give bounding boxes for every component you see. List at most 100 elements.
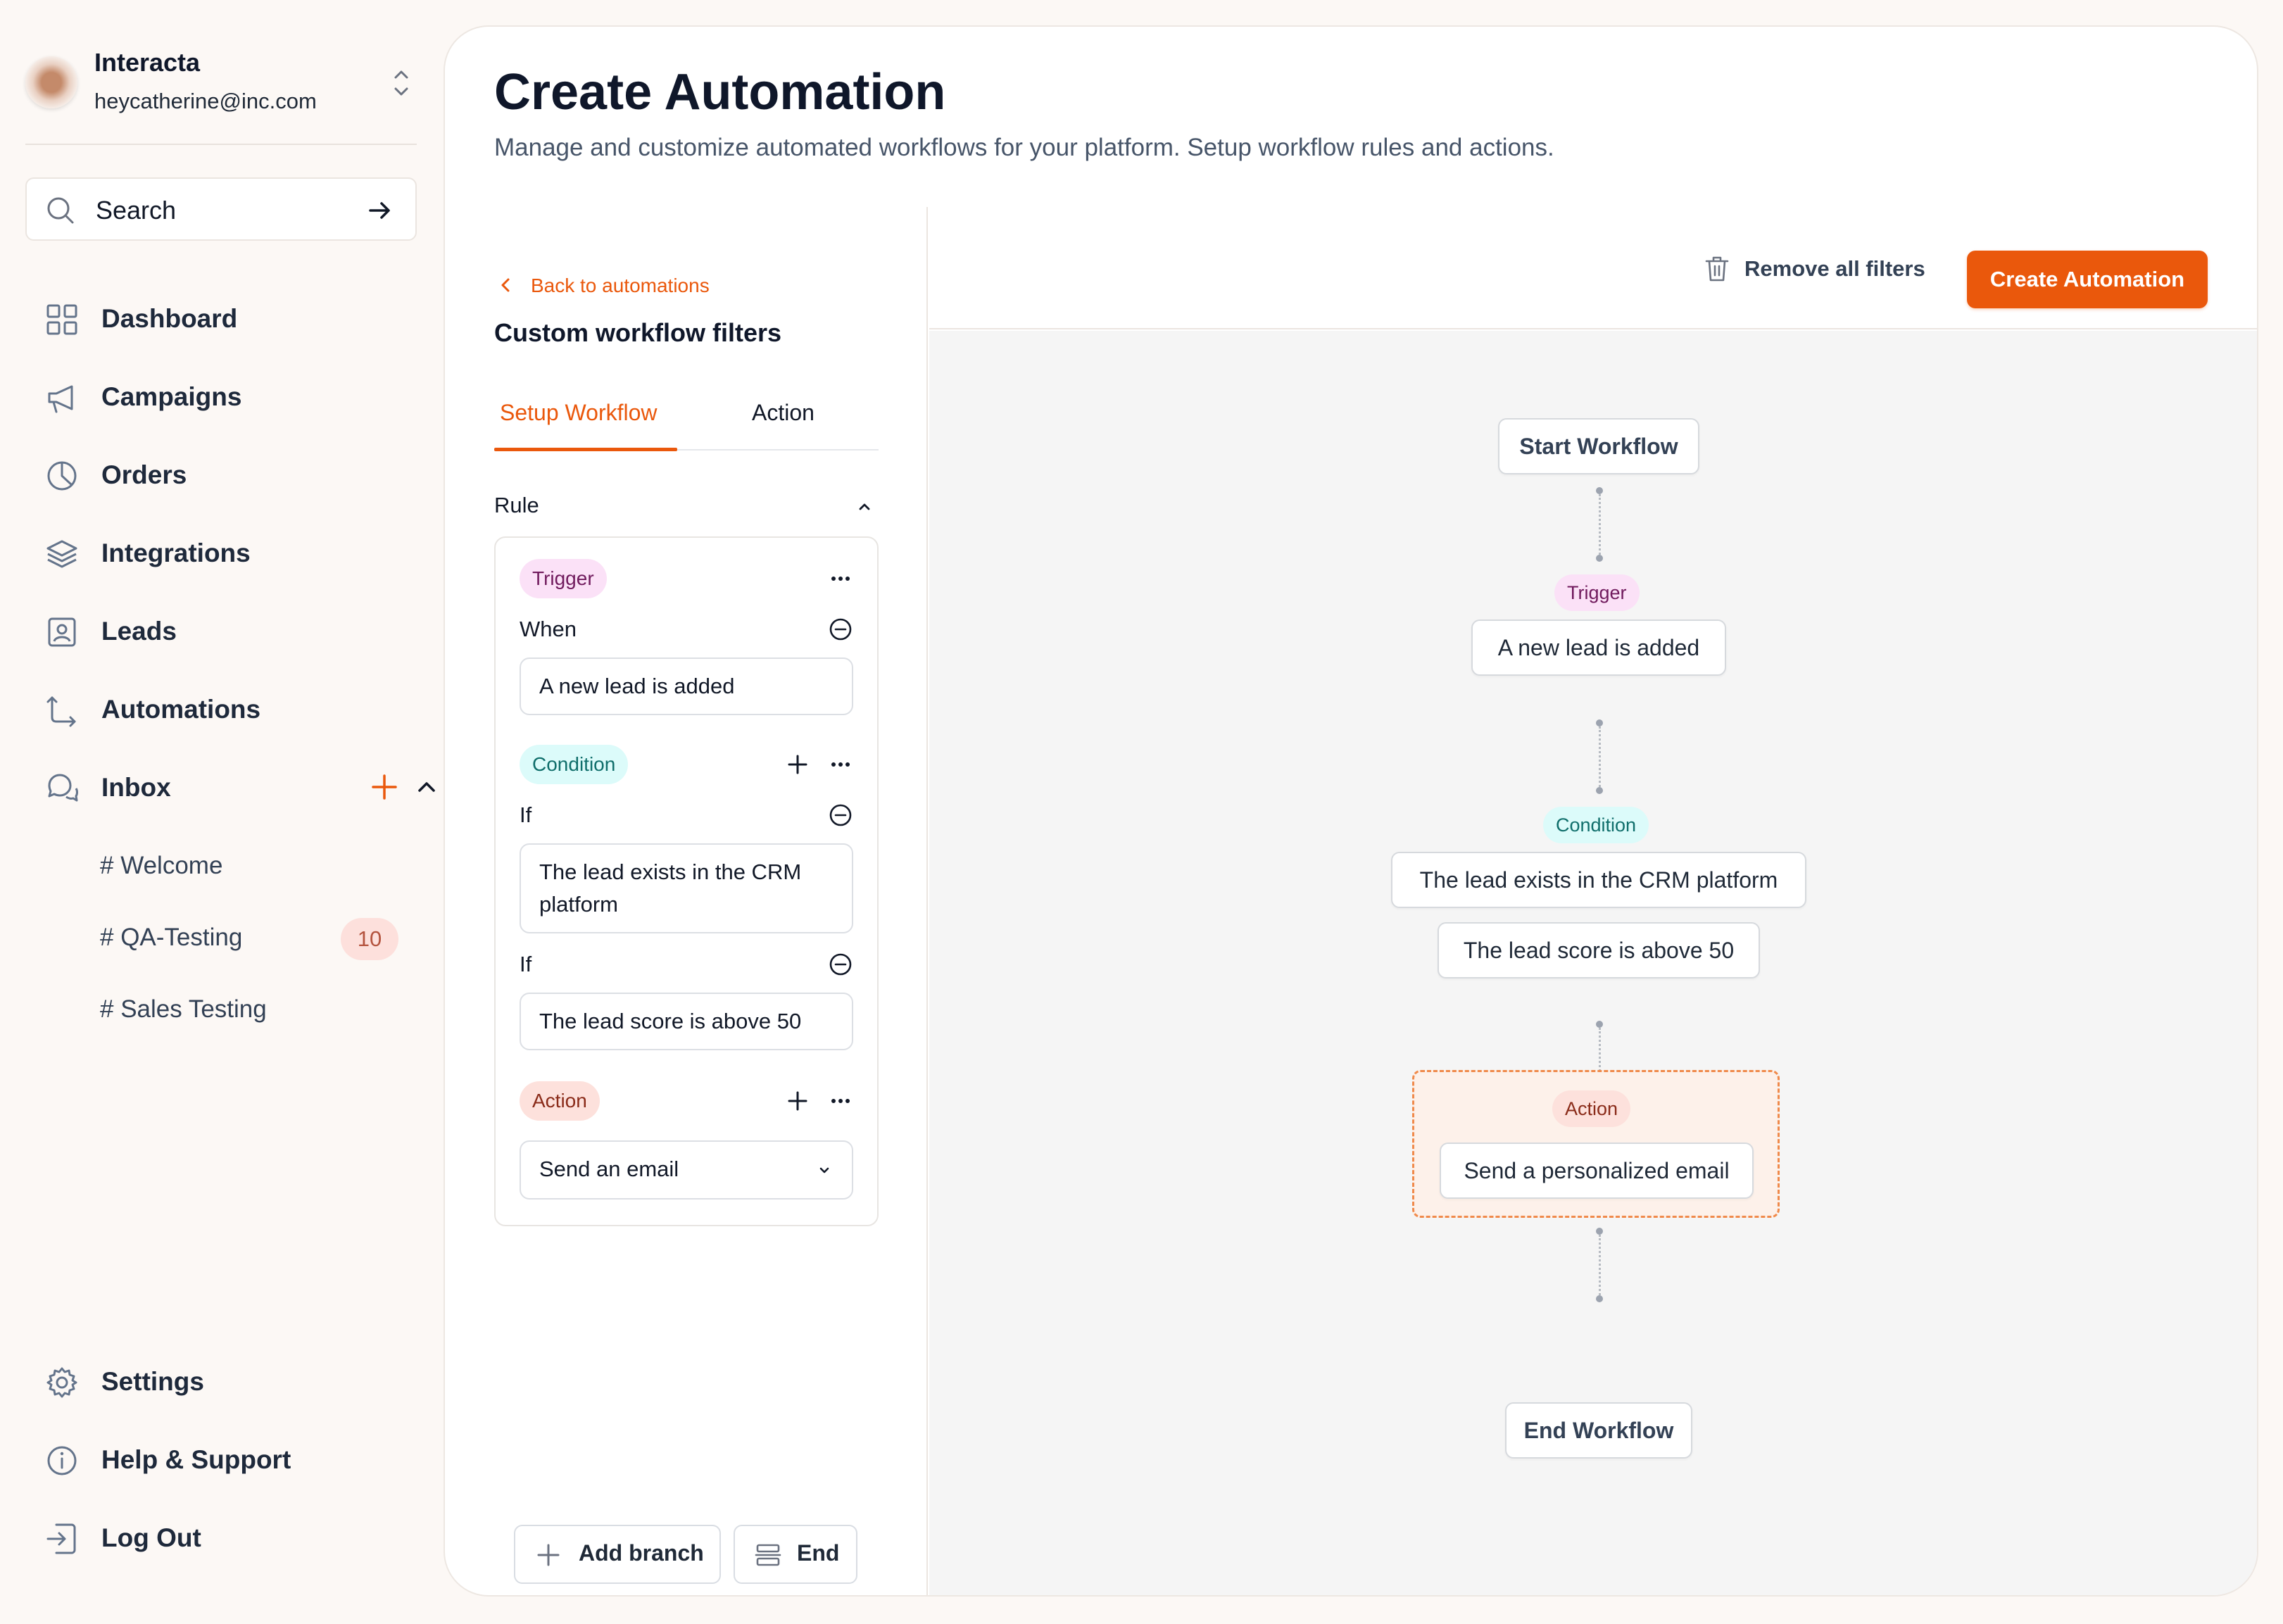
more-dots-icon[interactable] xyxy=(828,752,853,777)
end-workflow-node[interactable]: End Workflow xyxy=(1505,1402,1692,1459)
page-subtitle: Manage and customize automated workflows… xyxy=(494,134,1554,161)
if-label: If xyxy=(520,952,532,976)
grid-icon xyxy=(46,304,77,335)
workflow-board: Start Workflow Trigger A new lead is add… xyxy=(929,331,2257,1595)
more-dots-icon[interactable] xyxy=(828,566,853,591)
chat-bubbles-icon xyxy=(48,774,78,802)
channel-label: # QA-Testing xyxy=(100,924,243,951)
channel-label: # Sales Testing xyxy=(100,995,267,1023)
plus-icon[interactable] xyxy=(369,772,400,802)
unread-badge: 10 xyxy=(341,918,398,960)
minus-circle-icon[interactable] xyxy=(828,952,853,977)
divider xyxy=(25,144,417,145)
nav-item-dashboard[interactable]: Dashboard xyxy=(45,296,411,341)
end-icon xyxy=(755,1544,781,1566)
pie-chart-icon xyxy=(47,461,77,491)
channel-welcome[interactable]: # Welcome xyxy=(100,845,410,887)
channel-qa-testing[interactable]: # QA-Testing 10 xyxy=(100,917,410,960)
canvas-toolbar: Remove all filters Create Automation xyxy=(929,207,2257,329)
start-workflow-node[interactable]: Start Workflow xyxy=(1498,418,1699,474)
trash-icon xyxy=(1705,256,1729,282)
nav-item-inbox[interactable]: Inbox xyxy=(45,764,435,810)
chevron-up-icon[interactable] xyxy=(855,497,874,517)
nav-label: Dashboard xyxy=(101,304,238,333)
action-node[interactable]: Send a personalized email xyxy=(1440,1143,1754,1199)
megaphone-icon xyxy=(48,385,73,413)
condition-node-2[interactable]: The lead score is above 50 xyxy=(1438,922,1760,978)
condition-node-1[interactable]: The lead exists in the CRM platform xyxy=(1391,852,1806,908)
workflow-canvas-area: Remove all filters Create Automation Sta… xyxy=(929,207,2257,1595)
tab-action[interactable]: Action xyxy=(752,400,815,426)
connector xyxy=(1594,487,1604,562)
tab-setup-workflow[interactable]: Setup Workflow xyxy=(500,400,658,426)
page-title: Create Automation xyxy=(494,64,946,120)
action-select-value: Send an email xyxy=(539,1157,679,1181)
nav-item-settings[interactable]: Settings xyxy=(45,1359,411,1404)
action-pill: Action xyxy=(520,1081,600,1121)
logout-icon xyxy=(46,1523,76,1554)
condition-input-1[interactable]: The lead exists in the CRM platform xyxy=(520,843,853,933)
flow-arrows-icon xyxy=(46,696,76,727)
plus-icon[interactable] xyxy=(786,753,810,776)
channel-sales-testing[interactable]: # Sales Testing xyxy=(100,988,410,1031)
create-automation-button[interactable]: Create Automation xyxy=(1967,251,2208,308)
condition-pill: Condition xyxy=(1543,807,1649,843)
info-icon xyxy=(47,1446,77,1475)
connector xyxy=(1594,1228,1604,1302)
trigger-input[interactable]: A new lead is added xyxy=(520,657,853,715)
account-name: Interacta xyxy=(94,48,201,77)
nav-item-help[interactable]: Help & Support xyxy=(45,1437,411,1482)
plus-icon xyxy=(537,1544,560,1566)
end-button[interactable]: End xyxy=(734,1525,857,1584)
nav-item-leads[interactable]: Leads xyxy=(45,608,411,653)
rule-card: Trigger When A new lead is added Conditi… xyxy=(494,536,879,1226)
nav-label: Log Out xyxy=(101,1523,201,1552)
sidebar: Interacta heycatherine@inc.com Search Da… xyxy=(0,0,444,1624)
contact-icon xyxy=(48,617,76,647)
tab-bar: Setup Workflow Action xyxy=(494,383,879,451)
search-icon xyxy=(47,197,74,224)
nav-label: Inbox xyxy=(101,773,171,802)
chevron-up-down-icon[interactable] xyxy=(386,63,417,103)
connector xyxy=(1594,719,1604,794)
chevron-down-icon xyxy=(819,1167,829,1173)
condition-input-2[interactable]: The lead score is above 50 xyxy=(520,993,853,1050)
nav-item-orders[interactable]: Orders xyxy=(45,452,411,497)
chevron-left-icon xyxy=(501,278,510,292)
layers-icon xyxy=(46,540,77,568)
nav-label: Settings xyxy=(101,1367,204,1396)
panel-title: Custom workflow filters xyxy=(494,318,782,347)
trigger-pill: Trigger xyxy=(520,559,607,598)
nav-item-campaigns[interactable]: Campaigns xyxy=(45,374,411,419)
channel-label: # Welcome xyxy=(100,852,223,879)
workflow-filters-panel: Back to automations Custom workflow filt… xyxy=(445,207,928,1595)
action-select[interactable]: Send an email xyxy=(520,1140,853,1200)
remove-filters-label: Remove all filters xyxy=(1744,256,1925,281)
nav-label: Integrations xyxy=(101,539,251,567)
nav-item-automations[interactable]: Automations xyxy=(45,686,411,731)
more-dots-icon[interactable] xyxy=(828,1088,853,1114)
selected-action-block[interactable]: Action Send a personalized email xyxy=(1412,1070,1780,1218)
trigger-node[interactable]: A new lead is added xyxy=(1471,619,1726,676)
gear-icon xyxy=(46,1367,77,1398)
account-switcher[interactable]: Interacta heycatherine@inc.com xyxy=(25,45,417,122)
nav-item-integrations[interactable]: Integrations xyxy=(45,530,411,575)
nav-label: Leads xyxy=(101,617,177,646)
minus-circle-icon[interactable] xyxy=(828,617,853,642)
rule-section-label: Rule xyxy=(494,493,539,517)
search-label: Search xyxy=(96,196,177,225)
nav-label: Orders xyxy=(101,460,187,489)
add-branch-button[interactable]: Add branch xyxy=(514,1525,721,1584)
nav-label: Automations xyxy=(101,695,261,724)
condition-pill: Condition xyxy=(520,745,629,784)
add-branch-label: Add branch xyxy=(579,1540,704,1566)
search-bar[interactable]: Search xyxy=(25,177,417,241)
end-label: End xyxy=(797,1540,840,1566)
nav-label: Help & Support xyxy=(101,1445,291,1474)
nav-item-logout[interactable]: Log Out xyxy=(45,1515,411,1560)
arrow-right-icon[interactable] xyxy=(366,196,394,225)
minus-circle-icon[interactable] xyxy=(828,802,853,828)
back-label: Back to automations xyxy=(531,275,710,296)
plus-icon[interactable] xyxy=(786,1089,810,1113)
chevron-up-icon[interactable] xyxy=(413,773,441,801)
